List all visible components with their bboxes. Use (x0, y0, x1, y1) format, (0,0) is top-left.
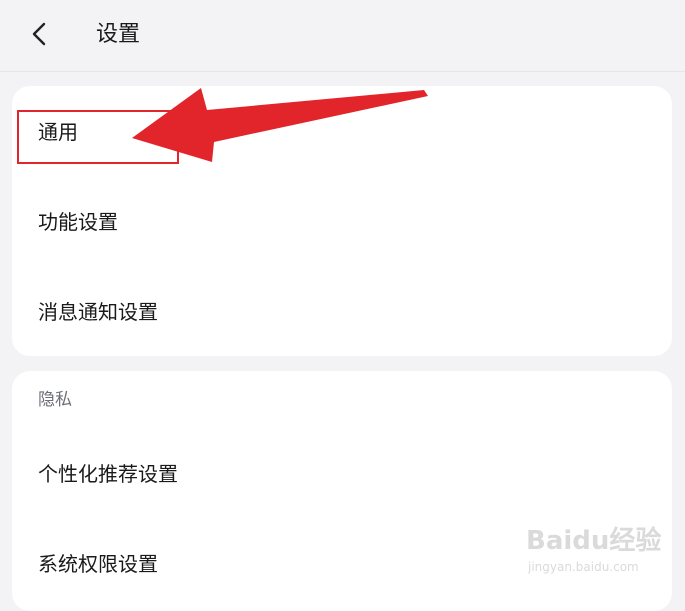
settings-item-label: 功能设置 (38, 210, 118, 234)
settings-item-label: 个性化推荐设置 (38, 462, 178, 486)
back-button[interactable] (22, 14, 58, 54)
settings-item-personalized-recommendation[interactable]: 个性化推荐设置 (12, 431, 672, 521)
page-title: 设置 (96, 22, 141, 47)
settings-item-features[interactable]: 功能设置 (12, 176, 672, 266)
settings-group-general: 通用 功能设置 消息通知设置 (12, 86, 672, 356)
settings-item-system-permissions[interactable]: 系统权限设置 (12, 521, 672, 611)
chevron-left-icon (32, 22, 46, 46)
top-bar: 设置 (0, 0, 685, 72)
settings-group-privacy: 隐私 个性化推荐设置 系统权限设置 (12, 371, 672, 611)
section-title-privacy: 隐私 (38, 390, 72, 410)
settings-item-notifications[interactable]: 消息通知设置 (12, 266, 672, 356)
settings-item-label: 消息通知设置 (38, 300, 158, 324)
settings-item-label: 系统权限设置 (38, 552, 158, 576)
settings-item-label: 通用 (38, 120, 78, 144)
settings-item-general[interactable]: 通用 (12, 86, 672, 176)
